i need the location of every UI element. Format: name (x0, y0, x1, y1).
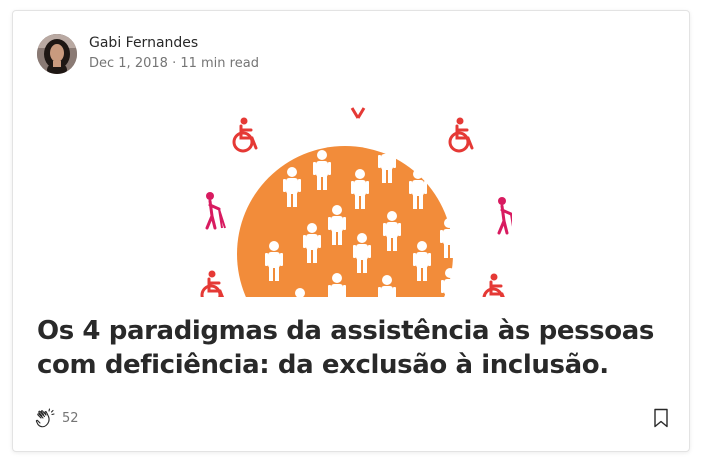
clap-count: 52 (62, 410, 79, 426)
bookmark-button[interactable] (651, 407, 671, 429)
author-avatar[interactable] (37, 34, 77, 74)
author-name[interactable]: Gabi Fernandes (89, 35, 198, 51)
meta-separator: · (172, 56, 177, 71)
clap-icon[interactable] (34, 406, 58, 430)
read-time: 11 min read (180, 56, 259, 71)
post-card[interactable]: Gabi Fernandes Dec 1, 2018 · 11 min read (12, 10, 690, 452)
hero-image[interactable] (182, 104, 512, 297)
post-date: Dec 1, 2018 (89, 56, 168, 71)
post-meta: Dec 1, 2018 · 11 min read (89, 56, 259, 71)
bookmark-icon[interactable] (651, 407, 671, 429)
clap-button[interactable]: 52 (34, 406, 79, 430)
post-title[interactable]: Os 4 paradigmas da assistência às pessoa… (37, 314, 667, 382)
